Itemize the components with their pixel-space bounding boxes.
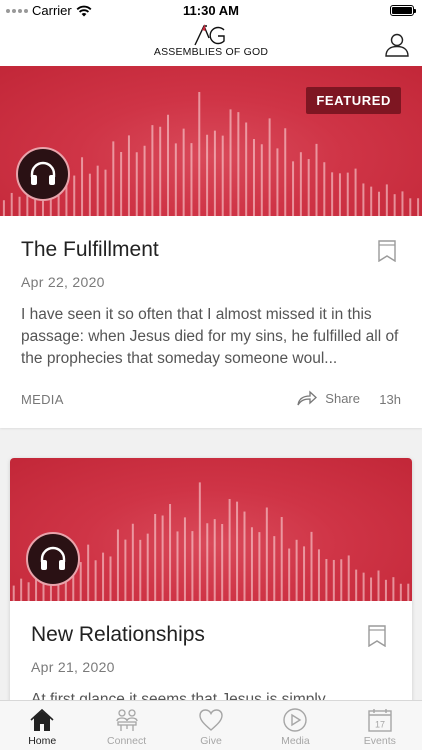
media-card[interactable]: New Relationships Apr 21, 2020 At first … [10,458,412,700]
post-age: 13h [379,392,401,407]
tab-label: Connect [107,735,147,747]
clock: 11:30 AM [183,3,239,18]
tab-media[interactable]: Media [253,701,337,750]
tab-home[interactable]: Home [0,701,84,750]
tab-label: Give [200,735,222,747]
ag-logo[interactable]: ASSEMBLIES OF GOD [140,24,282,64]
battery-icon [390,5,416,16]
app-screen: Carrier 11:30 AM ASSEMBLIES OF GOD FEATU… [0,0,422,750]
calendar-icon: 17 [368,709,392,732]
logo-text: ASSEMBLIES OF GOD [153,46,269,58]
share-button[interactable]: Share [297,390,360,406]
home-icon [30,708,54,731]
card-hero-image: FEATURED [0,66,422,216]
card-excerpt: I have seen it so often that I almost mi… [21,306,399,367]
bookmark-icon[interactable] [368,625,386,647]
card-title[interactable]: The Fulfillment [21,238,159,262]
featured-badge: FEATURED [306,87,401,114]
card-date: Apr 22, 2020 [21,274,105,290]
connect-icon [115,709,138,731]
app-header: ASSEMBLIES OF GOD [0,22,422,66]
profile-icon[interactable] [384,32,410,58]
card-title[interactable]: New Relationships [31,623,205,647]
calendar-day: 17 [375,720,385,730]
tab-connect[interactable]: Connect [84,701,168,750]
play-icon [283,708,308,732]
card-excerpt: At first glance it seems that Jesus is s… [31,691,326,700]
headphones-icon [30,161,56,185]
ag-logo-mark [194,24,225,46]
card-hero-image [10,458,412,601]
audio-play-button[interactable] [16,147,70,201]
tab-label: Media [281,735,310,747]
audio-play-button[interactable] [26,532,80,586]
featured-media-card[interactable]: FEATURED The Fulfillment Apr 22, 2020 I … [0,66,422,428]
tab-bar: Home Connect Give Media 17 Events [0,700,422,750]
tab-give[interactable]: Give [169,701,253,750]
headphones-icon [40,546,66,570]
tab-events[interactable]: 17 Events [338,701,422,750]
card-footer: MEDIA Share 13h [21,390,401,412]
heart-icon [199,709,223,731]
tab-label: Events [363,735,396,747]
tab-label: Home [28,735,57,747]
status-bar: Carrier 11:30 AM [0,0,422,22]
media-type-label: MEDIA [21,392,64,407]
content-feed[interactable]: FEATURED The Fulfillment Apr 22, 2020 I … [0,66,422,700]
share-arrow-icon [297,390,318,406]
card-date: Apr 21, 2020 [31,659,115,675]
bookmark-icon[interactable] [378,240,396,262]
share-label: Share [325,390,360,406]
